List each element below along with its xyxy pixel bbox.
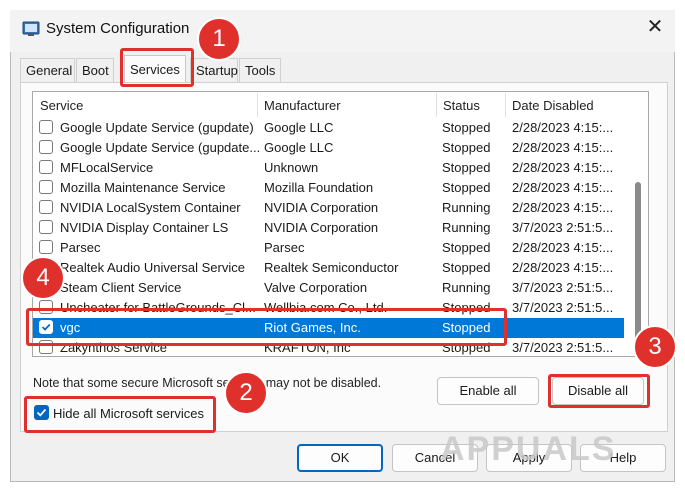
table-row[interactable]: NVIDIA LocalSystem Container NVIDIA Corpo… xyxy=(33,198,624,218)
service-manufacturer: Valve Corporation xyxy=(264,280,368,295)
step-badge-3: 3 xyxy=(633,325,677,369)
close-icon[interactable]: ✕ xyxy=(644,16,666,38)
tab-startup[interactable]: Startup xyxy=(190,58,238,82)
step-badge-1: 1 xyxy=(197,17,241,61)
service-date-disabled: 2/28/2023 4:15:... xyxy=(512,160,614,175)
service-checkbox[interactable] xyxy=(39,140,53,154)
highlight-disable-all xyxy=(548,374,650,408)
column-divider[interactable] xyxy=(257,93,258,117)
highlight-services-tab xyxy=(120,48,194,87)
service-status: Running xyxy=(442,200,491,215)
service-status: Stopped xyxy=(442,240,491,255)
service-name: Mozilla Maintenance Service xyxy=(60,180,226,195)
service-date-disabled xyxy=(512,318,624,338)
highlight-vgc-row xyxy=(26,308,507,346)
ok-button[interactable]: OK xyxy=(297,444,383,472)
secure-services-note: Note that some secure Microsoft services… xyxy=(33,376,382,390)
table-row[interactable]: Steam Client Service Valve Corporation Run… xyxy=(33,278,624,298)
service-date-disabled: 3/7/2023 2:51:5... xyxy=(512,340,614,355)
watermark: APPUALS xyxy=(440,430,617,468)
service-date-disabled: 2/28/2023 4:15:... xyxy=(512,180,614,195)
enable-all-button[interactable]: Enable all xyxy=(437,377,539,405)
service-manufacturer: NVIDIA Corporation xyxy=(264,220,379,235)
service-checkbox[interactable] xyxy=(39,120,53,134)
service-status: Stopped xyxy=(442,160,491,175)
service-date-disabled: 2/28/2023 4:15:... xyxy=(512,200,614,215)
table-row[interactable]: Mozilla Maintenance Service Mozilla Found… xyxy=(33,178,624,198)
service-status: Running xyxy=(442,220,491,235)
service-checkbox[interactable] xyxy=(39,160,53,174)
service-status: Stopped xyxy=(442,180,491,195)
service-checkbox[interactable] xyxy=(39,200,53,214)
column-divider[interactable] xyxy=(505,93,506,117)
column-header-date-disabled[interactable]: Date Disabled xyxy=(512,96,594,116)
table-row[interactable]: Parsec Parsec Stopped 2/28/2023 4:15:... xyxy=(33,238,624,258)
service-status: Running xyxy=(442,280,491,295)
column-divider[interactable] xyxy=(436,93,437,117)
column-header-status[interactable]: Status xyxy=(443,96,480,116)
tab-general[interactable]: General xyxy=(20,58,75,82)
highlight-hide-microsoft-services xyxy=(24,396,216,433)
service-date-disabled: 2/28/2023 4:15:... xyxy=(512,240,614,255)
service-checkbox[interactable] xyxy=(39,220,53,234)
service-manufacturer: Google LLC xyxy=(264,140,334,155)
service-name: Realtek Audio Universal Service xyxy=(60,260,245,275)
service-manufacturer: Mozilla Foundation xyxy=(264,180,374,195)
service-manufacturer: NVIDIA Corporation xyxy=(264,200,379,215)
service-name: Parsec xyxy=(60,240,101,255)
tab-boot[interactable]: Boot xyxy=(76,58,114,82)
service-checkbox[interactable] xyxy=(39,180,53,194)
column-header-service[interactable]: Service xyxy=(40,96,83,116)
service-date-disabled: 2/28/2023 4:15:... xyxy=(512,260,614,275)
service-name: MFLocalService xyxy=(60,160,154,175)
service-checkbox[interactable] xyxy=(39,240,53,254)
service-date-disabled: 3/7/2023 2:51:5... xyxy=(512,280,614,295)
table-row[interactable]: MFLocalService Unknown Stopped 2/28/2023 4:… xyxy=(33,158,624,178)
tab-tools[interactable]: Tools xyxy=(239,58,281,82)
window-title: System Configuration xyxy=(46,20,190,37)
column-header-manufacturer[interactable]: Manufacturer xyxy=(264,96,341,116)
step-badge-4: 4 xyxy=(21,256,65,300)
table-row[interactable]: Google Update Service (gupdate) Google LL… xyxy=(33,118,624,138)
service-date-disabled: 2/28/2023 4:15:... xyxy=(512,120,614,135)
table-row[interactable]: Realtek Audio Universal Service Realtek S… xyxy=(33,258,624,278)
service-manufacturer: Google LLC xyxy=(264,120,334,135)
service-status: Stopped xyxy=(442,260,491,275)
service-date-disabled: 3/7/2023 2:51:5... xyxy=(512,220,614,235)
service-manufacturer: Parsec xyxy=(264,240,305,255)
msconfig-app-icon xyxy=(22,21,40,37)
table-row[interactable]: Google Update Service (gupdate... Google … xyxy=(33,138,624,158)
service-status: Stopped xyxy=(442,140,491,155)
table-row[interactable]: NVIDIA Display Container LS NVIDIA Corpor… xyxy=(33,218,624,238)
service-date-disabled: 3/7/2023 2:51:5... xyxy=(512,300,614,315)
service-name: Google Update Service (gupdate) xyxy=(60,120,254,135)
service-date-disabled: 2/28/2023 4:15:... xyxy=(512,140,614,155)
service-name: NVIDIA LocalSystem Container xyxy=(60,200,241,215)
service-status: Stopped xyxy=(442,120,491,135)
service-manufacturer: Realtek Semiconductor xyxy=(264,260,399,275)
service-name: NVIDIA Display Container LS xyxy=(60,220,229,235)
step-badge-2: 2 xyxy=(224,371,268,415)
service-name: Google Update Service (gupdate... xyxy=(60,140,261,155)
scrollbar-thumb[interactable] xyxy=(635,182,641,342)
service-name: Steam Client Service xyxy=(60,280,182,295)
service-manufacturer: Unknown xyxy=(264,160,319,175)
